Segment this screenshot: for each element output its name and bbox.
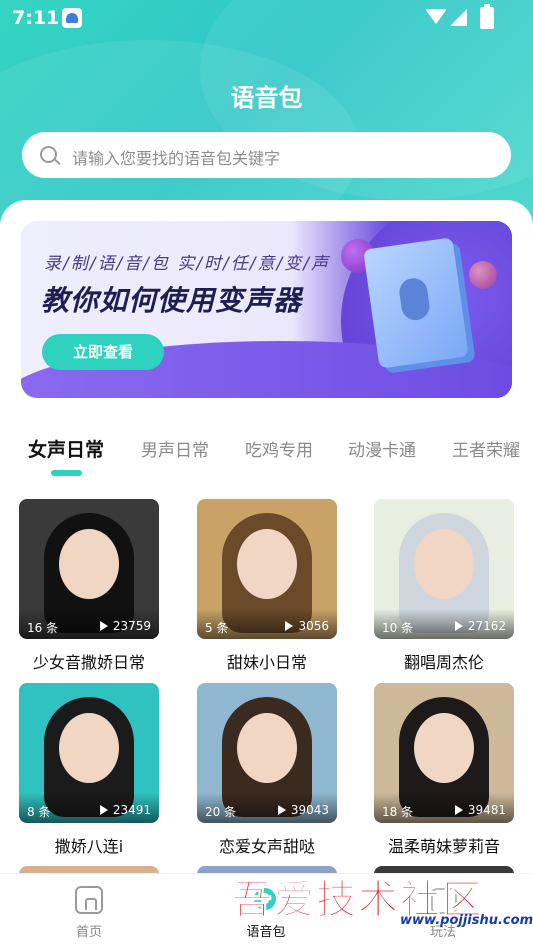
tab-male-daily[interactable]: 男声日常: [141, 436, 209, 461]
signal-icon: [450, 9, 467, 26]
play-count-value: 27162: [467, 619, 506, 633]
voice-pack-card[interactable]: 20 条 39043 恋爱女声甜哒: [197, 683, 337, 857]
voice-pack-thumbnail: 20 条 39043: [197, 683, 337, 823]
notification-app-icon: [62, 8, 82, 28]
nav-label: 语音包: [246, 925, 286, 940]
view-now-button[interactable]: 立即查看: [42, 334, 164, 370]
play-count-value: 3056: [298, 619, 329, 633]
voice-pack-title: 撒娇八连i: [54, 837, 124, 856]
portrait-face: [59, 713, 119, 783]
voice-pack-thumbnail: 16 条 23759: [19, 499, 159, 639]
play-count-value: 39043: [290, 803, 329, 817]
thumbnail-meta: 8 条 23491: [19, 793, 159, 823]
tab-pubg[interactable]: 吃鸡专用: [245, 436, 313, 461]
voice-pack-card[interactable]: 16 条 23759 少女音撒娇日常: [19, 499, 159, 673]
play-count-value: 23759: [112, 619, 151, 633]
home-icon: [75, 886, 103, 914]
voice-book-illustration: [363, 237, 469, 369]
tab-anime[interactable]: 动漫卡通: [348, 436, 416, 461]
thumbnail-meta: 5 条 3056: [197, 609, 337, 639]
play-count-icon: [454, 621, 463, 631]
voice-pack-thumbnail: 10 条 27162: [374, 499, 514, 639]
search-icon: [40, 146, 57, 163]
thumbnail-meta: 20 条 39043: [197, 793, 337, 823]
voice-pack-thumbnail: 18 条 39481: [374, 683, 514, 823]
play-count-value: 23491: [112, 803, 151, 817]
planet-icon: [469, 261, 497, 289]
status-bar: 7:11: [0, 0, 533, 36]
voice-pack-card[interactable]: 8 条 23491 撒娇八连i: [19, 683, 159, 857]
voice-pack-card[interactable]: 5 条 3056 甜妹小日常: [197, 499, 337, 673]
banner-subtitle: 录/制/语/音/包 实/时/任/意/变/声: [44, 254, 330, 274]
tab-female-daily[interactable]: 女声日常: [28, 435, 104, 462]
thumbnail-meta: 10 条 27162: [374, 609, 514, 639]
nav-label: 首页: [75, 925, 102, 940]
play-count: 27162: [454, 619, 506, 633]
item-count: 10 条: [382, 621, 414, 635]
voice-pack-title: 温柔萌妹萝莉音: [387, 837, 500, 856]
play-count-icon: [99, 621, 108, 631]
banner-title: 教你如何使用变声器: [41, 284, 303, 317]
thumbnail-meta: 18 条 39481: [374, 793, 514, 823]
portrait-face: [414, 529, 474, 599]
promo-banner[interactable]: 录/制/语/音/包 实/时/任/意/变/声 教你如何使用变声器 立即查看: [21, 221, 512, 398]
play-count-value: 39481: [467, 803, 506, 817]
status-time: 7:11: [12, 7, 60, 29]
voice-pack-thumbnail: 8 条 23491: [19, 683, 159, 823]
portrait-face: [237, 713, 297, 783]
play-count-icon: [285, 621, 294, 631]
play-count: 23759: [99, 619, 151, 633]
play-icon: [431, 888, 457, 914]
search-input[interactable]: 请输入您要找的语音包关键字: [72, 145, 280, 169]
voice-pack-card[interactable]: 18 条 39481 温柔萌妹萝莉音: [374, 683, 514, 857]
play-count-icon: [277, 805, 286, 815]
play-count: 39481: [454, 803, 506, 817]
battery-icon: [480, 4, 494, 29]
play-count-icon: [99, 805, 108, 815]
play-count: 23491: [99, 803, 151, 817]
bottom-nav: 首页 语音包 玩法: [0, 873, 533, 949]
thumbnail-meta: 16 条 23759: [19, 609, 159, 639]
play-count-icon: [454, 805, 463, 815]
item-count: 5 条: [205, 621, 229, 635]
portrait-face: [414, 713, 474, 783]
item-count: 16 条: [27, 621, 59, 635]
wifi-icon: [425, 9, 447, 24]
play-count: 3056: [285, 619, 329, 633]
voice-pack-thumbnail: 5 条 3056: [197, 499, 337, 639]
item-count: 20 条: [205, 805, 237, 819]
tab-honor-of-kings[interactable]: 王者荣耀: [452, 436, 520, 461]
tab-indicator: [51, 470, 82, 476]
voice-pack-title: 甜妹小日常: [226, 653, 307, 672]
nav-label: 玩法: [429, 925, 456, 940]
voice-pack-title: 恋爱女声甜哒: [218, 837, 315, 856]
play-count: 39043: [277, 803, 329, 817]
search-bar[interactable]: 请输入您要找的语音包关键字: [22, 132, 511, 178]
item-count: 18 条: [382, 805, 414, 819]
voice-pack-title: 少女音撒娇日常: [32, 653, 145, 672]
portrait-face: [237, 529, 297, 599]
voice-pack-title: 翻唱周杰伦: [403, 653, 484, 672]
item-count: 8 条: [27, 805, 51, 819]
voice-pack-card[interactable]: 10 条 27162 翻唱周杰伦: [374, 499, 514, 673]
portrait-face: [59, 529, 119, 599]
voice-pack-icon: [254, 888, 276, 910]
page-title: 语音包: [230, 84, 303, 112]
